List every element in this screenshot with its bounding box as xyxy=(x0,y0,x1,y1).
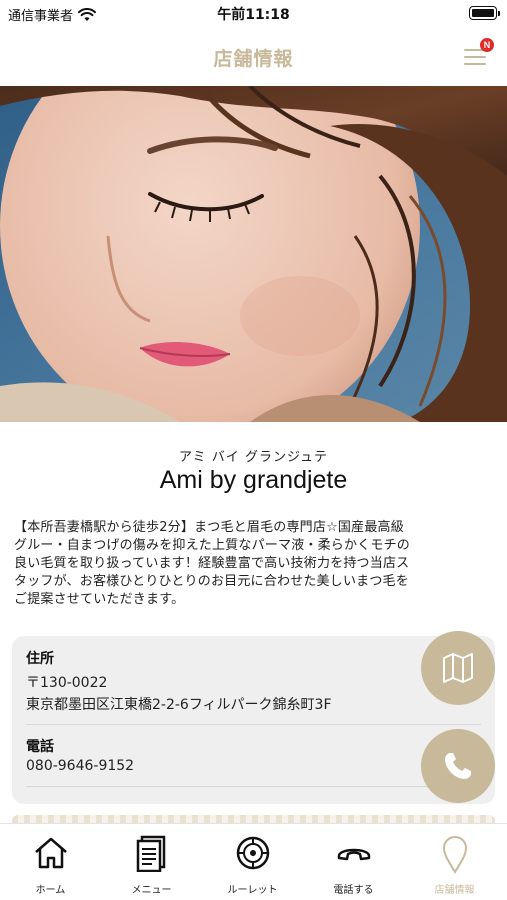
tab-call[interactable]: 電話する xyxy=(303,824,404,900)
shop-hero-image xyxy=(0,86,507,422)
battery-icon xyxy=(469,6,500,20)
tab-icon-wrap xyxy=(0,834,101,872)
status-time: 午前11:18 xyxy=(217,7,290,23)
app-header: 店舗情報 N xyxy=(0,28,507,86)
tab-menu[interactable]: メニュー xyxy=(101,824,202,900)
map-icon xyxy=(443,653,473,683)
hamburger-icon-bar xyxy=(464,56,486,58)
tab-icon-wrap xyxy=(303,834,404,872)
tab-icon-wrap xyxy=(101,834,202,872)
tab-label: 店舗情報 xyxy=(434,885,475,896)
location-pin-icon xyxy=(442,836,467,874)
tab-icon-wrap xyxy=(202,834,303,872)
call-button[interactable] xyxy=(421,729,495,803)
status-bar: 通信事業者 午前11:18 xyxy=(0,0,507,28)
menu-document-icon xyxy=(136,835,165,872)
shop-name: Ami by grandjete xyxy=(159,466,348,494)
postal-code: 〒130-0022 xyxy=(26,675,108,691)
tab-icon-wrap xyxy=(404,834,505,874)
roulette-icon xyxy=(236,836,269,870)
phone-label: 電話 xyxy=(26,739,54,755)
tab-label: 電話する xyxy=(333,885,374,896)
bottom-tab-bar: ホーム メニュー ルーレット 電話する 店舗情報 xyxy=(0,823,507,900)
shop-description: 【本所吾妻橋駅から徒歩2分】まつ毛と眉毛の専門店☆国産最高級 グルー・自まつげの… xyxy=(14,519,496,609)
map-button[interactable] xyxy=(421,631,495,705)
divider xyxy=(26,724,481,725)
notification-badge: N xyxy=(480,38,494,52)
home-icon xyxy=(34,837,67,869)
phone-number[interactable]: 080-9646-9152 xyxy=(26,758,134,774)
tab-home[interactable]: ホーム xyxy=(0,824,101,900)
description-line: 良い毛質を取り扱っています！経験豊富で高い技術力を持つ当店ス xyxy=(14,556,410,571)
address-label: 住所 xyxy=(26,651,54,667)
description-line: グルー・自まつげの傷みを抑えた上質なパーマ液・柔らかくモチの xyxy=(14,538,411,553)
shop-name-kana: アミ バイ グランジュテ xyxy=(178,450,329,465)
divider xyxy=(26,786,481,787)
description-line: タッフが、お客様ひとりひとりのお目元に合わせた美しいまつ毛を xyxy=(14,574,409,589)
tab-shop-info[interactable]: 店舗情報 xyxy=(404,824,505,900)
tab-label: ホーム xyxy=(35,885,66,896)
description-line: 【本所吾妻橋駅から徒歩2分】まつ毛と眉毛の専門店☆国産最高級 xyxy=(14,520,404,535)
description-line: ご提案させていただきます。 xyxy=(14,592,185,607)
hamburger-icon-bar xyxy=(464,63,486,65)
hamburger-menu-button[interactable]: N xyxy=(462,38,494,70)
tab-label: ルーレット xyxy=(227,885,278,896)
address-text[interactable]: 東京都墨田区江東橋2-2-6フィルパーク錦糸町3F xyxy=(26,694,332,714)
tab-label: メニュー xyxy=(131,885,172,896)
phone-icon xyxy=(445,753,471,779)
tab-roulette[interactable]: ルーレット xyxy=(202,824,303,900)
phone-handset-icon xyxy=(337,848,370,861)
page-title: 店舗情報 xyxy=(213,48,294,70)
